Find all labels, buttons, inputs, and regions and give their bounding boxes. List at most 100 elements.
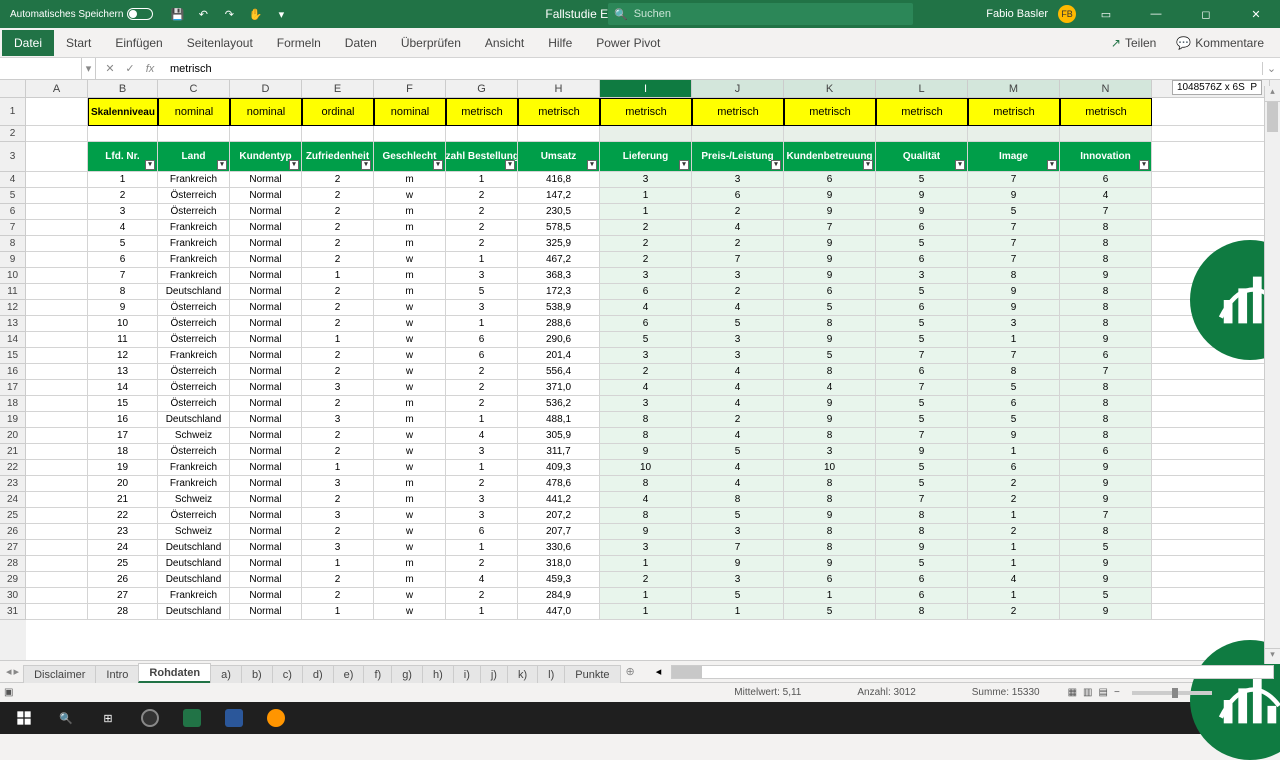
cell[interactable]: 7 [968, 220, 1060, 236]
cell[interactable] [1152, 444, 1270, 460]
cell[interactable]: Normal [230, 572, 302, 588]
cell[interactable]: 6 [876, 300, 968, 316]
cell[interactable]: Frankreich [158, 268, 230, 284]
cell[interactable]: 7 [968, 172, 1060, 188]
table-header[interactable]: Lieferung▾ [600, 142, 692, 172]
cell[interactable]: 9 [876, 188, 968, 204]
cell[interactable]: w [374, 332, 446, 348]
cell[interactable]: 536,2 [518, 396, 600, 412]
row-header[interactable]: 23 [0, 476, 26, 492]
ribbon-tab-start[interactable]: Start [54, 30, 103, 56]
cell[interactable]: 2 [302, 204, 374, 220]
scroll-up-icon[interactable]: ▴ [1265, 86, 1280, 102]
cell[interactable]: 2 [446, 476, 518, 492]
sheet-tab[interactable]: i) [453, 665, 481, 683]
row-header[interactable]: 9 [0, 252, 26, 268]
cell[interactable] [26, 126, 88, 142]
cell[interactable] [26, 460, 88, 476]
cell[interactable]: 4 [968, 572, 1060, 588]
cell[interactable]: 5 [600, 332, 692, 348]
ribbon-tab-ansicht[interactable]: Ansicht [473, 30, 536, 56]
cell[interactable]: 28 [88, 604, 158, 620]
cell[interactable] [1152, 508, 1270, 524]
cell[interactable] [26, 220, 88, 236]
column-header-C[interactable]: C [158, 80, 230, 98]
cell[interactable]: 2 [446, 204, 518, 220]
cell[interactable]: 4 [692, 364, 784, 380]
row-header[interactable]: 14 [0, 332, 26, 348]
firefox-taskbar-icon[interactable] [256, 702, 296, 734]
cell[interactable]: 172,3 [518, 284, 600, 300]
cell[interactable] [1152, 428, 1270, 444]
cell[interactable]: 1 [446, 540, 518, 556]
row-header[interactable]: 6 [0, 204, 26, 220]
cell[interactable]: Normal [230, 396, 302, 412]
cell[interactable] [26, 492, 88, 508]
cell[interactable]: 2 [302, 444, 374, 460]
cell[interactable]: 8 [784, 540, 876, 556]
cell[interactable]: 147,2 [518, 188, 600, 204]
cell[interactable]: 9 [784, 396, 876, 412]
cell[interactable]: 538,9 [518, 300, 600, 316]
comments-button[interactable]: 💬Kommentare [1168, 32, 1272, 54]
cell[interactable]: 6 [876, 364, 968, 380]
cell[interactable]: 4 [600, 492, 692, 508]
row-header[interactable]: 3 [0, 142, 26, 172]
cell[interactable] [26, 380, 88, 396]
cell[interactable]: 478,6 [518, 476, 600, 492]
ribbon-tab-überprüfen[interactable]: Überprüfen [389, 30, 473, 56]
cell[interactable]: 9 [784, 204, 876, 220]
cell[interactable]: 6 [600, 284, 692, 300]
table-header[interactable]: Umsatz▾ [518, 142, 600, 172]
cell[interactable]: 1 [446, 412, 518, 428]
cell[interactable]: 578,5 [518, 220, 600, 236]
close-icon[interactable]: ✕ [1236, 0, 1276, 28]
cell[interactable]: 3 [600, 268, 692, 284]
cell[interactable]: 2 [446, 236, 518, 252]
cell[interactable]: 1 [600, 204, 692, 220]
cell[interactable]: 24 [88, 540, 158, 556]
cell[interactable]: Frankreich [158, 252, 230, 268]
cell[interactable]: 2 [446, 380, 518, 396]
cell[interactable]: 21 [88, 492, 158, 508]
cell[interactable]: 5 [876, 476, 968, 492]
view-layout-icon[interactable]: ▥ [1083, 687, 1092, 698]
cancel-icon[interactable]: ✕ [102, 62, 118, 75]
cell[interactable]: Normal [230, 236, 302, 252]
cell[interactable]: 20 [88, 476, 158, 492]
cell[interactable] [26, 348, 88, 364]
ribbon-tab-seitenlayout[interactable]: Seitenlayout [175, 30, 265, 56]
cell[interactable]: 10 [784, 460, 876, 476]
filter-icon[interactable]: ▾ [1047, 160, 1057, 170]
cell[interactable]: 3 [692, 268, 784, 284]
cell[interactable]: 2 [302, 220, 374, 236]
cell[interactable]: 3 [302, 476, 374, 492]
cell[interactable]: 9 [1060, 460, 1152, 476]
cell[interactable]: nominal [230, 98, 302, 126]
cell[interactable]: 4 [692, 380, 784, 396]
cell[interactable]: 9 [784, 236, 876, 252]
cell[interactable]: 6 [876, 220, 968, 236]
cell[interactable]: m [374, 572, 446, 588]
row-header[interactable]: 31 [0, 604, 26, 620]
cell[interactable]: 3 [302, 508, 374, 524]
cell[interactable]: 5 [784, 348, 876, 364]
select-all-triangle[interactable] [0, 80, 26, 98]
cell[interactable]: 459,3 [518, 572, 600, 588]
user-name[interactable]: Fabio Basler [986, 8, 1048, 20]
cell[interactable]: 371,0 [518, 380, 600, 396]
cell[interactable] [1152, 524, 1270, 540]
cell[interactable]: 8 [784, 492, 876, 508]
cell[interactable]: Normal [230, 556, 302, 572]
sheet-tab[interactable]: j) [480, 665, 508, 683]
table-header[interactable]: Image▾ [968, 142, 1060, 172]
cell[interactable]: 207,7 [518, 524, 600, 540]
cell[interactable]: 2 [968, 476, 1060, 492]
cell[interactable] [26, 188, 88, 204]
cell[interactable]: Normal [230, 444, 302, 460]
cell[interactable]: Österreich [158, 508, 230, 524]
cell[interactable]: 1 [968, 556, 1060, 572]
row-header[interactable]: 4 [0, 172, 26, 188]
sheet-nav-last-icon[interactable]: ▸ [14, 665, 20, 678]
cell[interactable]: 9 [784, 268, 876, 284]
